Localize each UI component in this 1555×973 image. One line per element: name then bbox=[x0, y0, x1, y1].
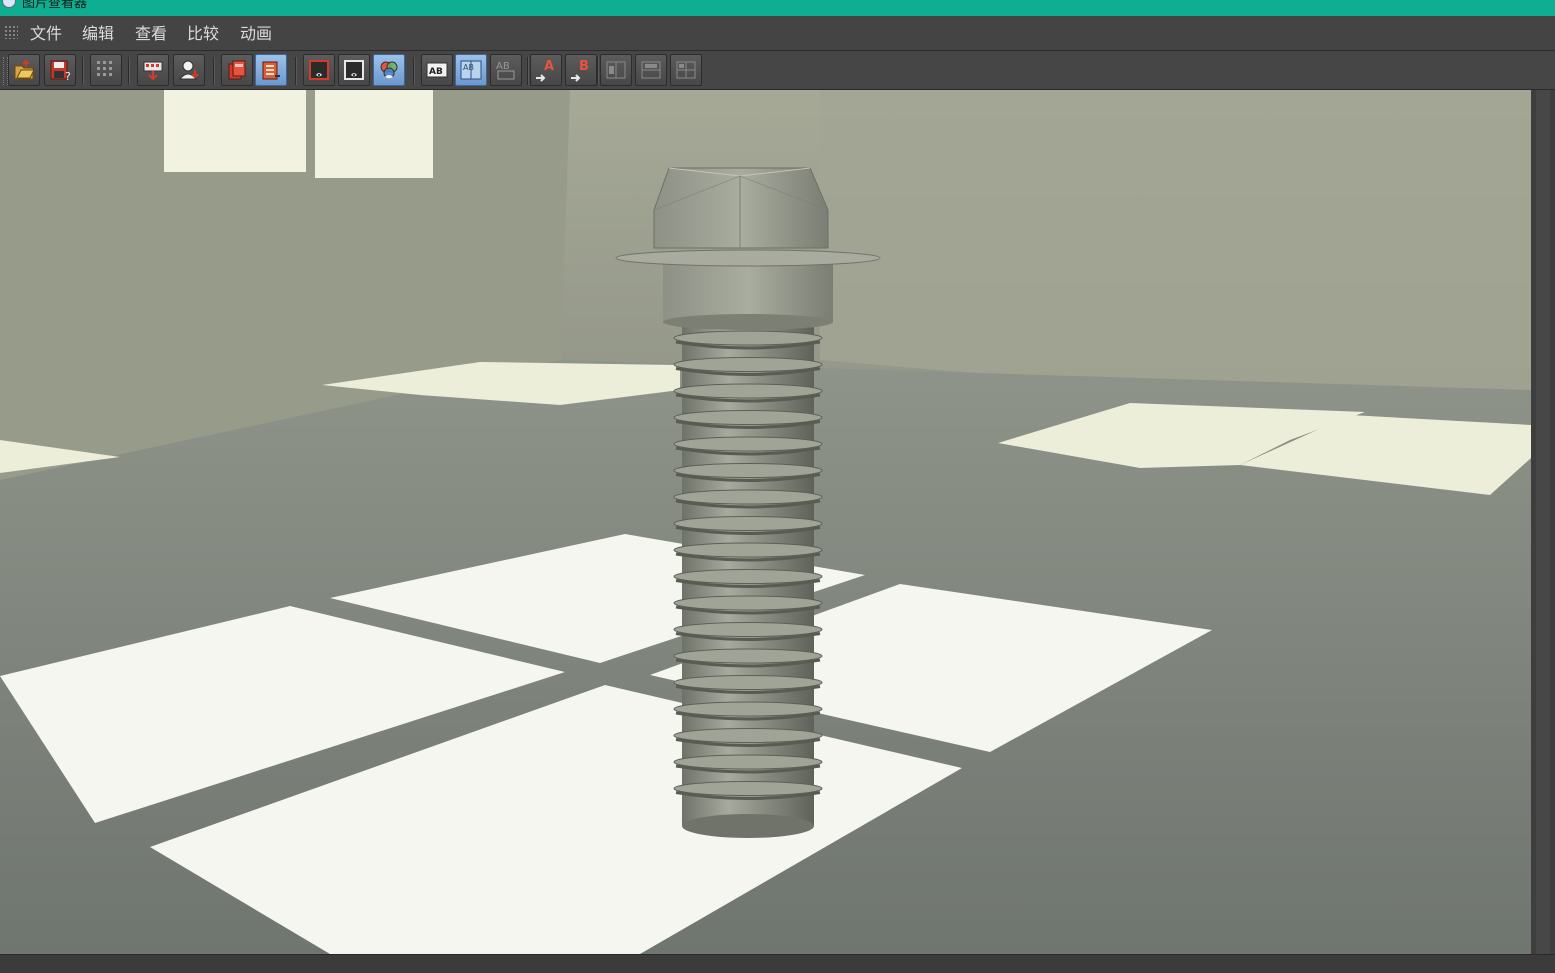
save-button[interactable]: ? bbox=[44, 54, 76, 86]
menu-compare[interactable]: 比较 bbox=[185, 23, 221, 45]
compare-ab-overlay-icon: AB bbox=[496, 61, 515, 80]
compare-ab-overlay-button[interactable]: AB bbox=[490, 54, 522, 86]
thread-ridge bbox=[673, 489, 823, 505]
thread-ridge bbox=[673, 516, 823, 531]
wipe-horizontal-icon bbox=[606, 61, 626, 79]
scrollbar-track[interactable] bbox=[1536, 90, 1550, 954]
copy-channel-button[interactable] bbox=[221, 54, 253, 86]
save-icon: ? bbox=[50, 60, 71, 82]
menu-animation[interactable]: 动画 bbox=[238, 23, 274, 45]
render-user-icon bbox=[178, 60, 199, 80]
color-channels-icon bbox=[380, 61, 398, 79]
thread-ridge bbox=[673, 542, 823, 558]
export-sequence-icon bbox=[143, 61, 163, 81]
svg-text:B: B bbox=[579, 59, 589, 74]
open-folder-icon bbox=[14, 59, 35, 80]
wipe-horizontal-button[interactable] bbox=[600, 54, 632, 86]
thread-ridge bbox=[673, 383, 823, 399]
compare-ab-split-icon: AB bbox=[460, 60, 482, 80]
svg-text:A: A bbox=[544, 59, 554, 74]
svg-text:AB: AB bbox=[463, 63, 474, 72]
thread-ridge bbox=[673, 595, 823, 611]
menu-bar: 文件 编辑 查看 比较 动画 bbox=[0, 16, 1555, 51]
rendered-bolt-image bbox=[0, 90, 1531, 954]
thread-ridge bbox=[673, 781, 823, 796]
export-sequence-button[interactable] bbox=[137, 54, 169, 86]
menu-edit[interactable]: 编辑 bbox=[80, 23, 116, 45]
display-a-button[interactable] bbox=[303, 54, 335, 86]
vertical-scrollbar[interactable] bbox=[1531, 90, 1555, 954]
svg-text:?: ? bbox=[65, 70, 71, 82]
menu-file[interactable]: 文件 bbox=[28, 23, 64, 45]
image-viewport[interactable] bbox=[0, 90, 1531, 954]
set-b-button[interactable]: B bbox=[565, 54, 597, 86]
open-button[interactable] bbox=[8, 54, 40, 86]
menu-view[interactable]: 查看 bbox=[133, 23, 169, 45]
thread-ridge bbox=[673, 754, 823, 770]
compare-ab-button[interactable]: AB bbox=[421, 54, 453, 86]
display-b-button[interactable] bbox=[338, 54, 370, 86]
display-b-icon bbox=[344, 60, 364, 80]
history-stack-button[interactable] bbox=[255, 54, 287, 86]
display-a-icon bbox=[309, 60, 329, 80]
toolbar: ? AB AB AB A B bbox=[0, 51, 1555, 90]
thread-ridge bbox=[673, 622, 823, 637]
menubar-grip-icon[interactable] bbox=[4, 25, 18, 39]
set-a-icon: A bbox=[536, 59, 554, 82]
compare-ab-icon: AB bbox=[426, 62, 448, 78]
set-a-button[interactable]: A bbox=[530, 54, 562, 86]
status-bar bbox=[0, 954, 1555, 973]
thread-ridge bbox=[673, 357, 823, 372]
wipe-vertical-icon bbox=[641, 61, 661, 79]
thread-ridge bbox=[673, 436, 823, 452]
window-title: 图片查看器 bbox=[22, 0, 88, 11]
grid-icon bbox=[97, 61, 112, 76]
copy-channel-icon bbox=[228, 60, 246, 80]
thread-ridge bbox=[673, 728, 823, 743]
svg-text:AB: AB bbox=[496, 61, 510, 72]
title-bar: 图片查看器 bbox=[0, 0, 1555, 16]
thread-ridge bbox=[673, 463, 823, 478]
svg-text:AB: AB bbox=[429, 67, 443, 77]
thread-ridge bbox=[673, 569, 823, 584]
thread-ridge bbox=[673, 410, 823, 425]
thread-ridge bbox=[673, 648, 823, 664]
wipe-vertical-button[interactable] bbox=[635, 54, 667, 86]
grid-button[interactable] bbox=[90, 54, 122, 86]
thread-ridge bbox=[673, 701, 823, 717]
thread-ridge bbox=[673, 330, 823, 346]
wipe-quad-icon bbox=[676, 61, 696, 79]
render-user-button[interactable] bbox=[173, 54, 205, 86]
thread-ridge bbox=[673, 675, 823, 690]
set-b-icon: B bbox=[571, 59, 589, 82]
wipe-quad-button[interactable] bbox=[670, 54, 702, 86]
compare-ab-split-button[interactable]: AB bbox=[455, 54, 487, 86]
history-stack-icon bbox=[262, 61, 280, 80]
app-icon bbox=[2, 0, 16, 8]
color-channels-button[interactable] bbox=[373, 54, 405, 86]
